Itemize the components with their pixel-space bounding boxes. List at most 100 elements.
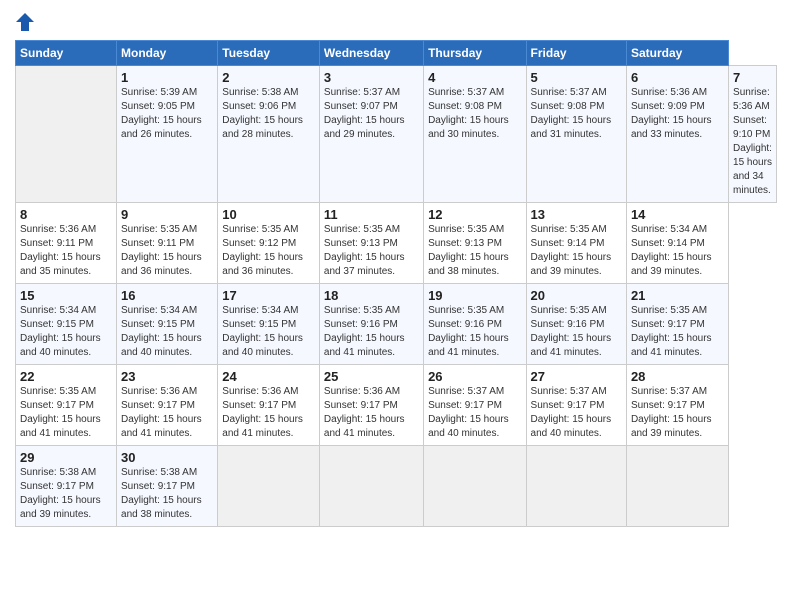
calendar-day: 17Sunrise: 5:34 AM Sunset: 9:15 PM Dayli… bbox=[218, 284, 320, 365]
day-number: 30 bbox=[121, 450, 213, 465]
header-day: Monday bbox=[117, 41, 218, 66]
logo-icon bbox=[15, 12, 35, 32]
day-info: Sunrise: 5:35 AM Sunset: 9:16 PM Dayligh… bbox=[324, 304, 419, 360]
calendar-day: 19Sunrise: 5:35 AM Sunset: 9:16 PM Dayli… bbox=[424, 284, 526, 365]
calendar-day: 16Sunrise: 5:34 AM Sunset: 9:15 PM Dayli… bbox=[117, 284, 218, 365]
day-number: 16 bbox=[121, 288, 213, 303]
calendar-day: 22Sunrise: 5:35 AM Sunset: 9:17 PM Dayli… bbox=[16, 365, 117, 446]
calendar-table: SundayMondayTuesdayWednesdayThursdayFrid… bbox=[15, 40, 777, 527]
header-day: Tuesday bbox=[218, 41, 320, 66]
calendar-day: 29Sunrise: 5:38 AM Sunset: 9:17 PM Dayli… bbox=[16, 446, 117, 527]
calendar-week: 1Sunrise: 5:39 AM Sunset: 9:05 PM Daylig… bbox=[16, 66, 777, 203]
day-number: 19 bbox=[428, 288, 521, 303]
day-number: 4 bbox=[428, 70, 521, 85]
calendar-day: 15Sunrise: 5:34 AM Sunset: 9:15 PM Dayli… bbox=[16, 284, 117, 365]
calendar-day: 30Sunrise: 5:38 AM Sunset: 9:17 PM Dayli… bbox=[117, 446, 218, 527]
calendar-week: 22Sunrise: 5:35 AM Sunset: 9:17 PM Dayli… bbox=[16, 365, 777, 446]
day-info: Sunrise: 5:35 AM Sunset: 9:17 PM Dayligh… bbox=[631, 304, 724, 360]
day-number: 7 bbox=[733, 70, 772, 85]
day-info: Sunrise: 5:35 AM Sunset: 9:12 PM Dayligh… bbox=[222, 223, 315, 279]
day-info: Sunrise: 5:34 AM Sunset: 9:14 PM Dayligh… bbox=[631, 223, 724, 279]
day-info: Sunrise: 5:37 AM Sunset: 9:07 PM Dayligh… bbox=[324, 86, 419, 142]
day-number: 3 bbox=[324, 70, 419, 85]
day-number: 24 bbox=[222, 369, 315, 384]
calendar-day: 20Sunrise: 5:35 AM Sunset: 9:16 PM Dayli… bbox=[526, 284, 626, 365]
day-number: 6 bbox=[631, 70, 724, 85]
day-info: Sunrise: 5:36 AM Sunset: 9:11 PM Dayligh… bbox=[20, 223, 112, 279]
day-info: Sunrise: 5:34 AM Sunset: 9:15 PM Dayligh… bbox=[222, 304, 315, 360]
day-number: 9 bbox=[121, 207, 213, 222]
calendar-day: 25Sunrise: 5:36 AM Sunset: 9:17 PM Dayli… bbox=[319, 365, 423, 446]
day-number: 27 bbox=[531, 369, 622, 384]
day-info: Sunrise: 5:36 AM Sunset: 9:10 PM Dayligh… bbox=[733, 86, 772, 198]
calendar-day: 14Sunrise: 5:34 AM Sunset: 9:14 PM Dayli… bbox=[626, 203, 728, 284]
day-number: 14 bbox=[631, 207, 724, 222]
day-info: Sunrise: 5:37 AM Sunset: 9:08 PM Dayligh… bbox=[428, 86, 521, 142]
day-number: 11 bbox=[324, 207, 419, 222]
calendar-day: 10Sunrise: 5:35 AM Sunset: 9:12 PM Dayli… bbox=[218, 203, 320, 284]
calendar-day: 24Sunrise: 5:36 AM Sunset: 9:17 PM Dayli… bbox=[218, 365, 320, 446]
day-info: Sunrise: 5:37 AM Sunset: 9:17 PM Dayligh… bbox=[428, 385, 521, 441]
calendar-day: 13Sunrise: 5:35 AM Sunset: 9:14 PM Dayli… bbox=[526, 203, 626, 284]
day-number: 21 bbox=[631, 288, 724, 303]
calendar-header: SundayMondayTuesdayWednesdayThursdayFrid… bbox=[16, 41, 777, 66]
calendar-day bbox=[626, 446, 728, 527]
calendar-day bbox=[526, 446, 626, 527]
calendar-week: 15Sunrise: 5:34 AM Sunset: 9:15 PM Dayli… bbox=[16, 284, 777, 365]
calendar-day bbox=[424, 446, 526, 527]
day-number: 1 bbox=[121, 70, 213, 85]
calendar-day: 18Sunrise: 5:35 AM Sunset: 9:16 PM Dayli… bbox=[319, 284, 423, 365]
main-container: SundayMondayTuesdayWednesdayThursdayFrid… bbox=[0, 0, 792, 537]
header-day: Saturday bbox=[626, 41, 728, 66]
day-info: Sunrise: 5:35 AM Sunset: 9:16 PM Dayligh… bbox=[428, 304, 521, 360]
day-info: Sunrise: 5:38 AM Sunset: 9:06 PM Dayligh… bbox=[222, 86, 315, 142]
day-info: Sunrise: 5:39 AM Sunset: 9:05 PM Dayligh… bbox=[121, 86, 213, 142]
day-number: 15 bbox=[20, 288, 112, 303]
header-day: Sunday bbox=[16, 41, 117, 66]
calendar-day: 11Sunrise: 5:35 AM Sunset: 9:13 PM Dayli… bbox=[319, 203, 423, 284]
calendar-day: 3Sunrise: 5:37 AM Sunset: 9:07 PM Daylig… bbox=[319, 66, 423, 203]
day-info: Sunrise: 5:34 AM Sunset: 9:15 PM Dayligh… bbox=[20, 304, 112, 360]
calendar-day: 5Sunrise: 5:37 AM Sunset: 9:08 PM Daylig… bbox=[526, 66, 626, 203]
calendar-day: 23Sunrise: 5:36 AM Sunset: 9:17 PM Dayli… bbox=[117, 365, 218, 446]
calendar-day: 2Sunrise: 5:38 AM Sunset: 9:06 PM Daylig… bbox=[218, 66, 320, 203]
day-info: Sunrise: 5:35 AM Sunset: 9:13 PM Dayligh… bbox=[428, 223, 521, 279]
day-info: Sunrise: 5:38 AM Sunset: 9:17 PM Dayligh… bbox=[121, 466, 213, 522]
day-info: Sunrise: 5:36 AM Sunset: 9:17 PM Dayligh… bbox=[324, 385, 419, 441]
logo bbox=[15, 10, 39, 32]
header bbox=[15, 10, 777, 32]
calendar-body: 1Sunrise: 5:39 AM Sunset: 9:05 PM Daylig… bbox=[16, 66, 777, 527]
day-info: Sunrise: 5:35 AM Sunset: 9:14 PM Dayligh… bbox=[531, 223, 622, 279]
calendar-day: 21Sunrise: 5:35 AM Sunset: 9:17 PM Dayli… bbox=[626, 284, 728, 365]
day-number: 29 bbox=[20, 450, 112, 465]
day-number: 12 bbox=[428, 207, 521, 222]
calendar-day: 8Sunrise: 5:36 AM Sunset: 9:11 PM Daylig… bbox=[16, 203, 117, 284]
day-info: Sunrise: 5:35 AM Sunset: 9:17 PM Dayligh… bbox=[20, 385, 112, 441]
day-number: 26 bbox=[428, 369, 521, 384]
day-info: Sunrise: 5:35 AM Sunset: 9:16 PM Dayligh… bbox=[531, 304, 622, 360]
day-number: 25 bbox=[324, 369, 419, 384]
day-number: 17 bbox=[222, 288, 315, 303]
day-info: Sunrise: 5:37 AM Sunset: 9:17 PM Dayligh… bbox=[531, 385, 622, 441]
day-number: 2 bbox=[222, 70, 315, 85]
header-day: Friday bbox=[526, 41, 626, 66]
calendar-day: 9Sunrise: 5:35 AM Sunset: 9:11 PM Daylig… bbox=[117, 203, 218, 284]
calendar-day: 1Sunrise: 5:39 AM Sunset: 9:05 PM Daylig… bbox=[117, 66, 218, 203]
calendar-day: 7Sunrise: 5:36 AM Sunset: 9:10 PM Daylig… bbox=[729, 66, 777, 203]
day-info: Sunrise: 5:38 AM Sunset: 9:17 PM Dayligh… bbox=[20, 466, 112, 522]
calendar-day: 4Sunrise: 5:37 AM Sunset: 9:08 PM Daylig… bbox=[424, 66, 526, 203]
day-number: 28 bbox=[631, 369, 724, 384]
calendar-day: 6Sunrise: 5:36 AM Sunset: 9:09 PM Daylig… bbox=[626, 66, 728, 203]
day-info: Sunrise: 5:37 AM Sunset: 9:17 PM Dayligh… bbox=[631, 385, 724, 441]
header-day: Thursday bbox=[424, 41, 526, 66]
day-info: Sunrise: 5:35 AM Sunset: 9:13 PM Dayligh… bbox=[324, 223, 419, 279]
day-info: Sunrise: 5:36 AM Sunset: 9:17 PM Dayligh… bbox=[121, 385, 213, 441]
calendar-day: 26Sunrise: 5:37 AM Sunset: 9:17 PM Dayli… bbox=[424, 365, 526, 446]
calendar-week: 8Sunrise: 5:36 AM Sunset: 9:11 PM Daylig… bbox=[16, 203, 777, 284]
day-number: 18 bbox=[324, 288, 419, 303]
day-number: 5 bbox=[531, 70, 622, 85]
day-info: Sunrise: 5:36 AM Sunset: 9:17 PM Dayligh… bbox=[222, 385, 315, 441]
calendar-day bbox=[16, 66, 117, 203]
calendar-day bbox=[319, 446, 423, 527]
header-day: Wednesday bbox=[319, 41, 423, 66]
